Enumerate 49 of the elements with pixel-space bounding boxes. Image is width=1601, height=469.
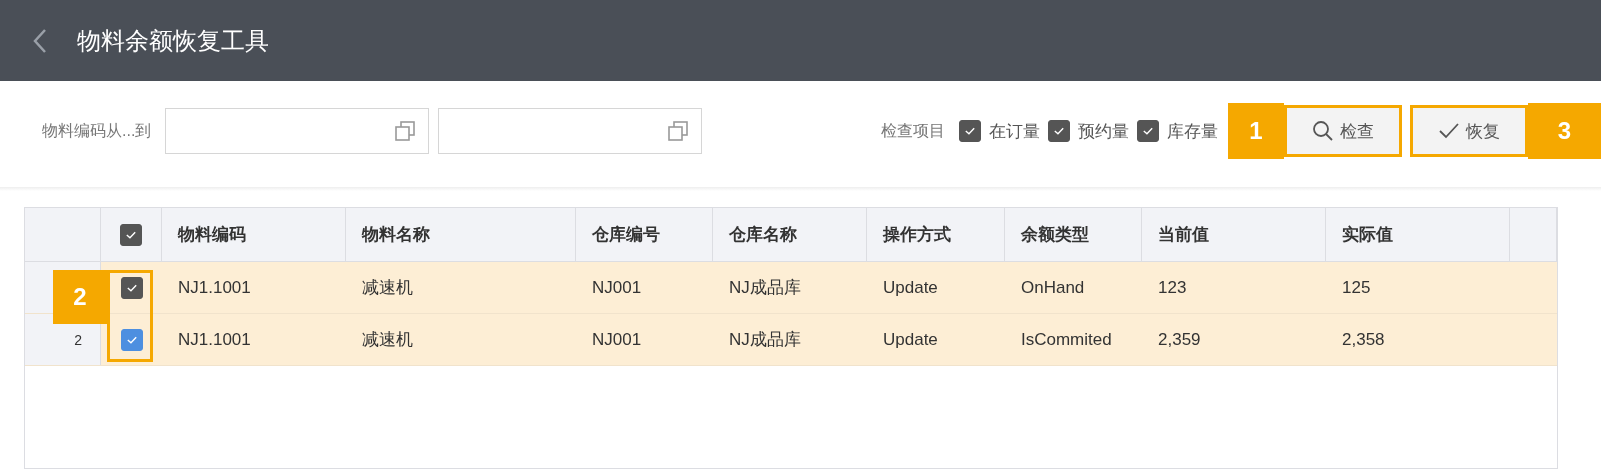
column-header[interactable]: 物料名称 — [362, 223, 430, 246]
callout-badge: 3 — [1528, 103, 1601, 159]
input-field[interactable] — [165, 108, 430, 154]
checkbox-label: 库存量 — [1167, 120, 1218, 143]
checkbox[interactable] — [1048, 120, 1070, 142]
check-items-label: 检查项目 — [881, 120, 945, 141]
copy-icon[interactable] — [667, 120, 690, 142]
column-header[interactable]: 余额类型 — [1021, 223, 1089, 246]
table-cell: Update — [883, 329, 938, 350]
table-cell: NJ1.1001 — [178, 329, 251, 350]
back-icon[interactable] — [33, 27, 47, 54]
table-cell: IsCommited — [1021, 329, 1112, 350]
table-cell: 2,358 — [1342, 329, 1385, 350]
page-title: 物料余额恢复工具 — [77, 25, 269, 56]
table-cell: Update — [883, 277, 938, 298]
table-cell: OnHand — [1021, 277, 1085, 298]
row-number: 2 — [74, 331, 82, 348]
input-field[interactable] — [438, 108, 703, 154]
table-cell: 2,359 — [1158, 329, 1201, 350]
table-cell-text: NJ成品库 — [729, 329, 801, 351]
copy-icon[interactable] — [394, 120, 417, 142]
column-header[interactable]: 操作方式 — [883, 223, 951, 246]
column-header[interactable]: 仓库编号 — [592, 223, 660, 246]
column-header[interactable]: 实际值 — [1342, 223, 1393, 246]
table-cell-text: NJ成品库 — [729, 277, 801, 299]
filter-label: 物料编码从...到 — [42, 120, 152, 141]
table-cell: NJ001 — [592, 329, 642, 350]
callout-badge: 2 — [53, 270, 107, 324]
column-header[interactable]: 当前值 — [1158, 223, 1209, 246]
checkbox-label: 预约量 — [1078, 120, 1129, 143]
checkbox[interactable] — [1137, 120, 1159, 142]
search-icon — [1312, 120, 1334, 142]
table-cell-text: 减速机 — [362, 277, 413, 299]
checkbox[interactable] — [959, 120, 981, 142]
checkbox-label: 在订量 — [989, 120, 1040, 143]
table-cell-text: 减速机 — [362, 329, 413, 351]
table-cell: NJ001 — [592, 277, 642, 298]
checkbox[interactable] — [120, 223, 142, 246]
table-row[interactable]: 2 NJ1.1001 减速机 NJ001 NJ成品库 Update IsCommited 2,359 2,358 — [25, 314, 1557, 366]
table-cell: NJ1.1001 — [178, 277, 251, 298]
search-button[interactable]: 检查 — [1284, 105, 1402, 157]
column-header[interactable]: 物料编码 — [178, 223, 246, 246]
checkbox[interactable] — [120, 328, 143, 351]
column-header[interactable]: 仓库名称 — [729, 223, 797, 246]
restore-button[interactable]: 恢复 — [1410, 105, 1528, 157]
table-cell: 125 — [1342, 277, 1371, 298]
callout-badge: 1 — [1228, 103, 1284, 159]
checkbox[interactable] — [120, 276, 143, 299]
table-cell: 123 — [1158, 277, 1187, 298]
